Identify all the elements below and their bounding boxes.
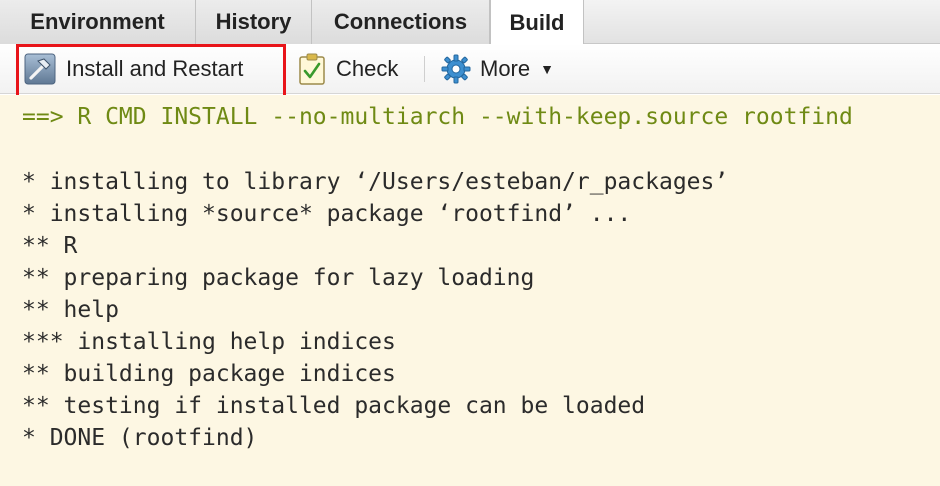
console-line: ** R <box>22 233 78 259</box>
tab-label: Build <box>509 9 565 35</box>
tab-label: Connections <box>333 9 468 34</box>
install-and-restart-label: Install and Restart <box>66 56 244 81</box>
gear-icon <box>440 53 472 85</box>
tab-history[interactable]: History <box>196 0 312 44</box>
build-toolbar: Install and Restart Check More ▼ <box>0 44 940 94</box>
tab-build[interactable]: Build <box>490 0 584 45</box>
tab-environment[interactable]: Environment <box>0 0 196 44</box>
check-button[interactable]: Check <box>298 44 398 94</box>
toolbar-divider <box>424 56 425 82</box>
clipboard-check-icon <box>298 53 326 85</box>
more-menu-button[interactable]: More ▼ <box>440 44 554 94</box>
console-line: ** building package indices <box>22 361 396 387</box>
console-line: ** testing if installed package can be l… <box>22 393 646 419</box>
toolbar-divider <box>284 56 285 82</box>
more-label: More <box>480 56 531 81</box>
build-console-output[interactable]: ==> R CMD INSTALL --no-multiarch --with-… <box>0 95 940 486</box>
tab-label: Environment <box>30 9 165 34</box>
console-line: * installing to library ‘/Users/esteban/… <box>22 169 729 195</box>
console-line: * installing *source* package ‘rootfind’… <box>22 201 632 227</box>
console-line: ** preparing package for lazy loading <box>22 265 535 291</box>
console-command-line: ==> R CMD INSTALL --no-multiarch --with-… <box>22 104 853 130</box>
tab-connections[interactable]: Connections <box>312 0 490 44</box>
tab-label: History <box>215 9 292 34</box>
console-line: ** help <box>22 297 119 323</box>
console-line: *** installing help indices <box>22 329 396 355</box>
hammer-icon <box>24 53 56 85</box>
pane-tab-bar: Environment History Connections Build <box>0 0 940 45</box>
check-label: Check <box>336 56 399 81</box>
install-and-restart-button[interactable]: Install and Restart <box>24 44 243 94</box>
console-line: * DONE (rootfind) <box>22 425 258 451</box>
chevron-down-icon: ▼ <box>540 61 554 77</box>
